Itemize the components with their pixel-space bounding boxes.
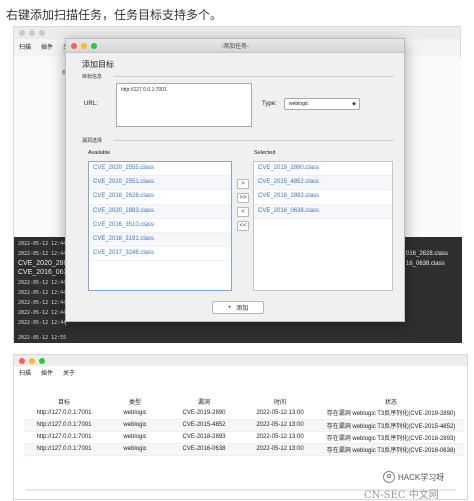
menu-about[interactable]: 关于 — [63, 368, 75, 377]
add-button-label: 添加 — [236, 306, 249, 312]
type-label: Type: — [262, 101, 277, 107]
section-divider — [114, 140, 394, 141]
table-row[interactable]: http://127.0.0.1:7001 weblogic CVE-2018-… — [24, 431, 464, 444]
url-textarea[interactable]: http://127.0.0.1:7001 — [116, 83, 252, 127]
vuln-section-label: 漏洞选择 — [82, 138, 103, 144]
log-timestamp: 2022-05-12 12:44 — [18, 300, 67, 306]
list-item[interactable]: CVE_2020_2555.class — [89, 162, 231, 177]
plus-icon: + — [227, 304, 232, 311]
type-select-value: weblogic — [289, 101, 309, 107]
list-item[interactable]: CVE_2018_3191.class — [89, 232, 231, 248]
list-item[interactable]: CVE_2020_2551.class — [89, 176, 231, 191]
log-timestamp: 2022-05-12 12:44 — [18, 290, 67, 296]
column-header-vuln[interactable]: 漏洞 — [166, 395, 242, 407]
column-header-time[interactable]: 时间 — [242, 395, 318, 407]
list-item[interactable]: CVE_2019_2890.class — [254, 162, 392, 177]
list-item[interactable]: CVE_2015_4852.class — [254, 176, 392, 191]
log-timestamp: 2022-05-12 12:44 — [18, 241, 67, 247]
results-menubar: 扫描 插件 关于 — [14, 366, 467, 379]
add-task-dialog: -添加任务- 添加目标 目标信息 URL: http://127.0.0.1:7… — [65, 38, 405, 322]
column-header-status[interactable]: 状态 — [318, 395, 464, 407]
cell-target: http://127.0.0.1:7001 — [24, 431, 104, 444]
selected-label: Selected — [254, 150, 276, 156]
cell-vuln: CVE-2015-4852 — [166, 419, 242, 432]
menu-scan[interactable]: 扫描 — [19, 368, 31, 377]
move-left-button[interactable]: < — [237, 207, 249, 217]
log-line-right: 16_0638.class — [406, 261, 445, 267]
list-item[interactable]: CVE_2018_2893.class — [254, 190, 392, 205]
minimize-button[interactable] — [29, 357, 35, 364]
watermark-text: HACK学习呀 — [398, 472, 445, 482]
article-caption: 右键添加扫描任务，任务目标支持多个。 — [6, 8, 223, 22]
table-row[interactable]: http://127.0.0.1:7001 weblogic CVE-2019-… — [24, 407, 464, 420]
cell-time: 2022-05-12 13:00 — [242, 407, 318, 420]
cell-time: 2022-05-12 13:00 — [242, 419, 318, 432]
cell-status: 存在漏洞 weblogic T3反序列化(CVE-2018-2893) — [318, 431, 464, 444]
wechat-icon: ✿ — [383, 471, 395, 483]
cell-time: 2022-05-12 13:00 — [242, 431, 318, 444]
cell-target: http://127.0.0.1:7001 — [24, 443, 104, 456]
chevron-down-icon: ◆ — [352, 101, 356, 107]
dialog-heading: 添加目标 — [82, 60, 114, 69]
table-row[interactable]: http://127.0.0.1:7001 weblogic CVE-2015-… — [24, 419, 464, 432]
log-timestamp: 2022-05-12 12:44 — [18, 310, 67, 316]
cell-target: http://127.0.0.1:7001 — [24, 407, 104, 420]
menu-plugins[interactable]: 插件 — [41, 42, 53, 51]
cell-type: weblogic — [104, 419, 166, 432]
add-button[interactable]: + 添加 — [212, 301, 264, 314]
cell-vuln: CVE-2019-2890 — [166, 407, 242, 420]
zoom-button[interactable] — [39, 357, 45, 364]
type-select[interactable]: weblogic ◆ — [284, 98, 360, 110]
dialog-titlebar: -添加任务- — [66, 39, 404, 53]
available-list[interactable]: CVE_2020_2555.class CVE_2020_2551.class … — [88, 161, 232, 291]
minimize-dot[interactable] — [29, 30, 35, 36]
close-dot[interactable] — [19, 30, 25, 36]
cell-status: 存在漏洞 weblogic T3反序列化(CVE-2019-2890) — [318, 407, 464, 420]
cell-vuln: CVE-2016-0638 — [166, 443, 242, 456]
cell-type: weblogic — [104, 431, 166, 444]
target-section-label: 目标信息 — [82, 74, 103, 80]
list-item[interactable]: CVE_2020_2883.class — [89, 204, 231, 219]
cell-status: 存在漏洞 weblogic T3反序列化(CVE-2016-0638) — [318, 443, 464, 456]
log-timestamp: 2022-05-12 12:44 — [18, 251, 67, 257]
cell-status: 存在漏洞 weblogic T3反序列化(CVE-2015-4852) — [318, 419, 464, 432]
list-item[interactable]: CVE_2016_0638.class — [254, 204, 392, 219]
list-item[interactable]: CVE_2018_2628.class — [89, 190, 231, 205]
selected-list[interactable]: CVE_2019_2890.class CVE_2015_4852.class … — [253, 161, 393, 291]
log-timestamp: 2022-05-12 12:55 — [18, 335, 67, 341]
url-label: URL: — [84, 101, 98, 107]
move-all-right-button[interactable]: >> — [237, 193, 249, 203]
watermark: ✿ HACK学习呀 — [383, 471, 444, 483]
move-right-button[interactable]: > — [237, 179, 249, 189]
section-divider — [114, 76, 394, 77]
column-header-target[interactable]: 目标 — [24, 395, 104, 407]
table-header-row: 目标 类型 漏洞 时间 状态 — [24, 395, 464, 407]
available-label: Available — [88, 150, 111, 156]
menu-scan[interactable]: 扫描 — [19, 42, 31, 51]
cell-type: weblogic — [104, 407, 166, 420]
table-row[interactable]: http://127.0.0.1:7001 weblogic CVE-2016-… — [24, 443, 464, 456]
move-all-left-button[interactable]: << — [237, 221, 249, 231]
cell-vuln: CVE-2018-2893 — [166, 431, 242, 444]
close-button[interactable] — [19, 357, 25, 364]
log-line-right: 016_2628.class — [406, 251, 449, 257]
list-item[interactable]: CVE_2017_3248.class — [89, 247, 231, 262]
site-watermark: CN-SEC 中文网 — [364, 490, 439, 501]
dialog-title: -添加任务- — [221, 44, 249, 50]
log-timestamp: 2022-05-12 12:44 — [18, 280, 67, 286]
results-titlebar — [14, 355, 467, 366]
menu-plugins[interactable]: 插件 — [41, 368, 53, 377]
column-header-type[interactable]: 类型 — [104, 395, 166, 407]
list-item[interactable]: CVE_2016_3510.class — [89, 219, 231, 233]
log-timestamp: 2022-05-12 12:44 — [18, 320, 67, 326]
results-table: 目标 类型 漏洞 时间 状态 http://127.0.0.1:7001 web… — [24, 395, 464, 456]
cell-type: weblogic — [104, 443, 166, 456]
cell-target: http://127.0.0.1:7001 — [24, 419, 104, 432]
cell-time: 2022-05-12 13:00 — [242, 443, 318, 456]
zoom-dot[interactable] — [39, 30, 45, 36]
